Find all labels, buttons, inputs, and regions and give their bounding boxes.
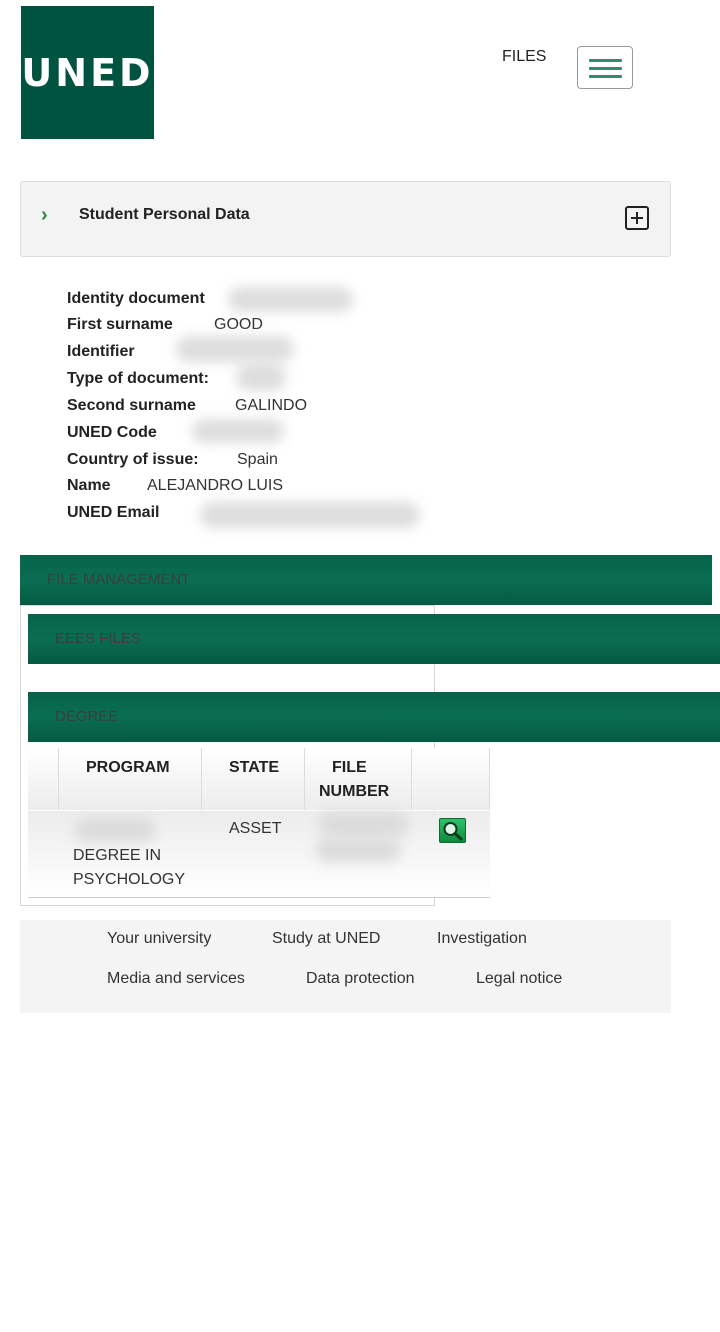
first-surname-label: First surname bbox=[67, 316, 173, 333]
footer-link-study-at-uned[interactable]: Study at UNED bbox=[272, 930, 380, 948]
file-management-header[interactable]: FILE MANAGEMENT bbox=[20, 555, 712, 605]
chevron-right-icon: › bbox=[41, 204, 48, 226]
identity-document-redacted bbox=[228, 287, 353, 312]
uned-code-label: UNED Code bbox=[67, 424, 157, 441]
file-number-redacted bbox=[318, 813, 408, 837]
second-surname-value: GALINDO bbox=[235, 397, 308, 414]
type-of-document-label: Type of document: bbox=[67, 370, 209, 387]
identity-document-label: Identity document bbox=[67, 290, 205, 307]
footer-link-legal-notice[interactable]: Legal notice bbox=[476, 970, 562, 988]
uned-code-redacted bbox=[192, 419, 284, 443]
footer-link-your-university[interactable]: Your university bbox=[107, 930, 211, 948]
uned-email-label: UNED Email bbox=[67, 504, 160, 521]
name-label: Name bbox=[67, 477, 111, 494]
footer-link-investigation[interactable]: Investigation bbox=[437, 930, 527, 948]
number-header-label: NUMBER bbox=[319, 783, 390, 800]
first-surname-value: GOOD bbox=[214, 316, 263, 333]
program-header-label: PROGRAM bbox=[86, 759, 170, 776]
file-number-redacted-2 bbox=[315, 838, 401, 862]
view-file-button[interactable] bbox=[439, 818, 466, 843]
table-header-program: PROGRAM bbox=[59, 748, 202, 810]
table-row: DEGREE IN PSYCHOLOGY ASSET bbox=[28, 811, 490, 898]
uned-email-redacted bbox=[200, 502, 420, 528]
table-header-blank bbox=[28, 748, 59, 810]
hamburger-menu-button[interactable] bbox=[577, 46, 633, 89]
file-management-title: FILE MANAGEMENT bbox=[47, 571, 191, 588]
program-value: DEGREE IN PSYCHOLOGY bbox=[73, 847, 186, 888]
table-header-actions bbox=[412, 748, 490, 810]
state-header-label: STATE bbox=[229, 759, 280, 776]
magnifier-icon bbox=[443, 822, 463, 841]
degree-header[interactable]: DEGREE bbox=[28, 692, 720, 742]
name-value: ALEJANDRO LUIS bbox=[147, 477, 284, 494]
country-of-issue-value: Spain bbox=[237, 451, 278, 468]
footer: Your university Study at UNED Investigat… bbox=[20, 920, 671, 1013]
identifier-redacted bbox=[176, 336, 294, 362]
files-link[interactable]: FILES bbox=[502, 48, 546, 66]
degree-title: DEGREE bbox=[55, 708, 119, 725]
type-of-document-redacted bbox=[236, 363, 286, 391]
file-header-label: FILE bbox=[332, 759, 367, 776]
eees-files-header[interactable]: EEES FILES bbox=[28, 614, 720, 664]
student-personal-data-accordion[interactable]: › Student Personal Data bbox=[20, 181, 671, 257]
identifier-label: Identifier bbox=[67, 343, 135, 360]
logo-text: UNED bbox=[21, 50, 154, 95]
program-code-redacted bbox=[74, 818, 156, 842]
state-value: ASSET bbox=[229, 820, 282, 837]
eees-files-title: EEES FILES bbox=[55, 630, 141, 647]
expand-plus-icon[interactable] bbox=[625, 206, 649, 230]
footer-link-data-protection[interactable]: Data protection bbox=[306, 970, 415, 988]
footer-link-media-and-services[interactable]: Media and services bbox=[107, 970, 245, 988]
accordion-title: Student Personal Data bbox=[79, 206, 250, 223]
country-of-issue-label: Country of issue: bbox=[67, 451, 199, 468]
second-surname-label: Second surname bbox=[67, 397, 196, 414]
table-header-file-number: FILE NUMBER bbox=[305, 748, 412, 810]
table-header-state: STATE bbox=[202, 748, 305, 810]
uned-logo[interactable]: UNED bbox=[21, 6, 154, 139]
